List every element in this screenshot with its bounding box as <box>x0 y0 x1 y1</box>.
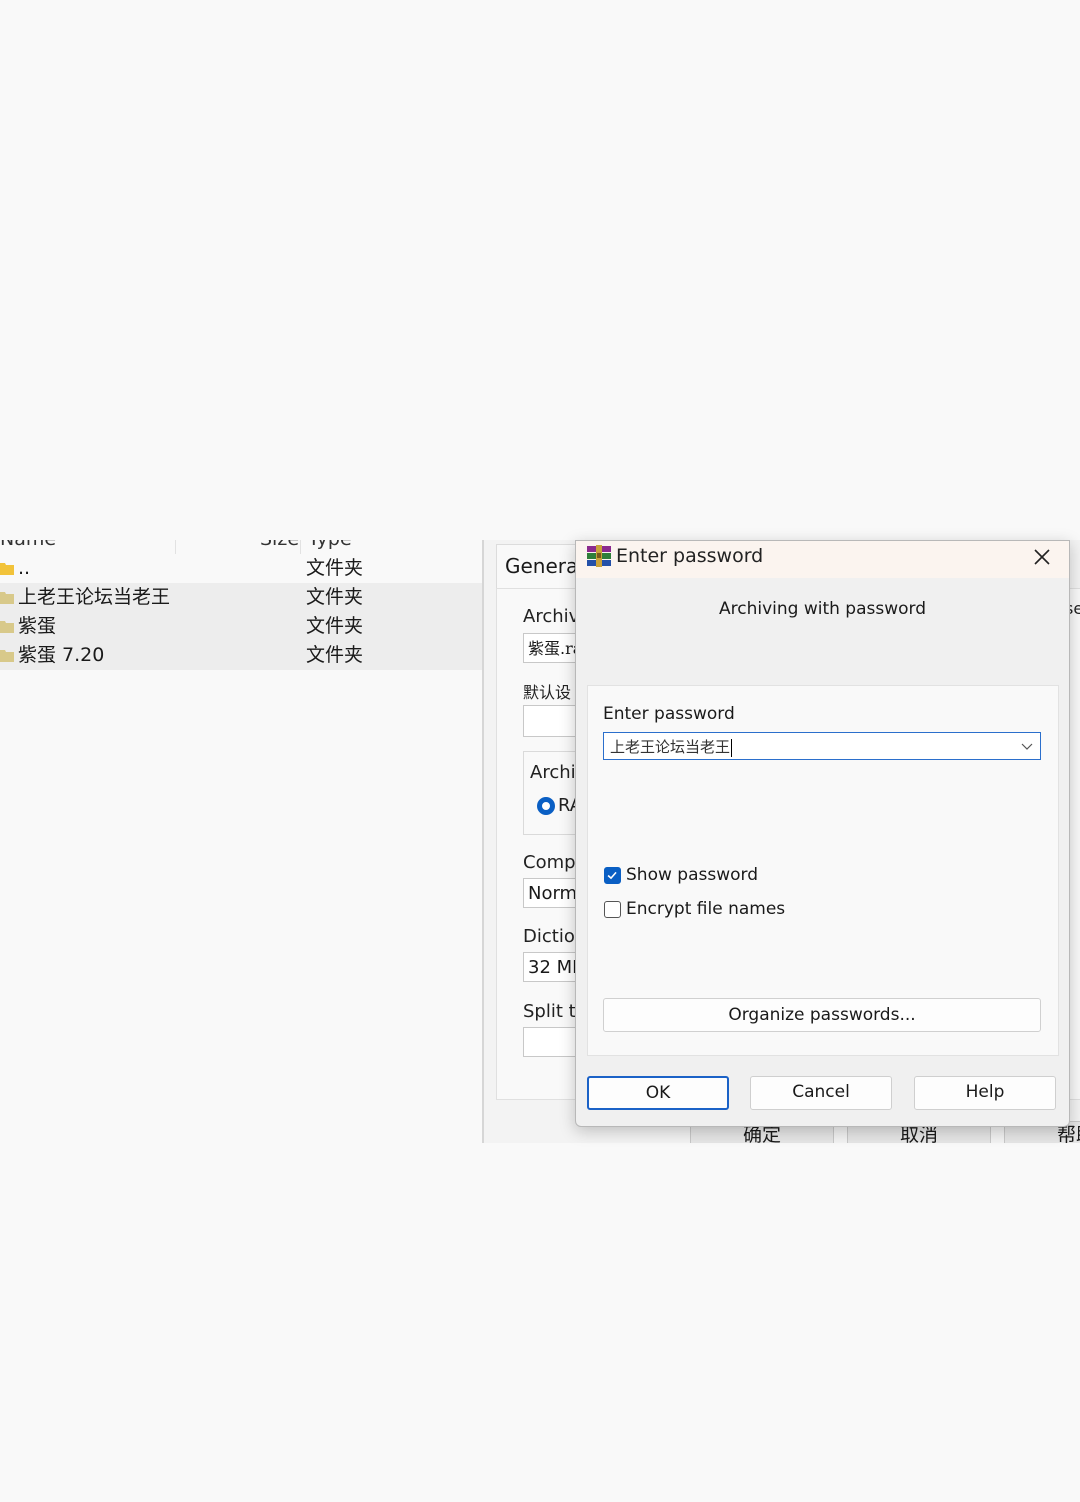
column-header-size[interactable]: Size <box>260 540 299 550</box>
file-name: 上老王论坛当老王 <box>18 586 171 608</box>
encrypt-file-names-label[interactable]: Encrypt file names <box>626 899 785 919</box>
checkmark-icon <box>607 871 617 880</box>
encrypt-file-names-checkbox[interactable] <box>604 901 621 918</box>
folder-icon <box>0 563 14 575</box>
help-button[interactable]: Help <box>914 1076 1056 1110</box>
ok-button[interactable]: OK <box>587 1076 729 1110</box>
file-list: Name Size Type .. 文件夹 上老王论坛当老王 文件夹 紫蛋 文件… <box>0 540 482 1143</box>
dialog-title: Enter password <box>616 545 764 567</box>
folder-icon <box>0 592 14 604</box>
password-input: 上老王论坛当老王 <box>610 736 733 757</box>
file-type: 文件夹 <box>306 557 364 579</box>
show-password-checkbox[interactable] <box>604 867 621 884</box>
text-caret <box>731 739 733 757</box>
enter-password-dialog: Enter password Archiving with password E… <box>575 540 1070 1127</box>
file-name: 紫蛋 <box>18 615 57 637</box>
file-name: .. <box>18 557 31 579</box>
file-type: 文件夹 <box>306 586 364 608</box>
column-header-name[interactable]: Name <box>0 540 56 550</box>
title-bar[interactable]: Enter password <box>576 541 1069 578</box>
default-settings-label: 默认设 <box>523 683 572 702</box>
file-row[interactable]: 上老王论坛当老王 文件夹 <box>0 583 482 612</box>
close-icon[interactable] <box>1028 543 1056 571</box>
dialog-subtitle: Archiving with password <box>718 599 927 619</box>
folder-icon <box>0 650 14 662</box>
password-label: Enter password <box>603 704 735 724</box>
password-panel: Enter password 上老王论坛当老王 Show password En… <box>587 685 1059 1056</box>
file-name: 紫蛋 7.20 <box>18 644 105 666</box>
file-type: 文件夹 <box>306 615 364 637</box>
file-row[interactable]: 紫蛋 文件夹 <box>0 612 482 641</box>
cancel-button[interactable]: Cancel <box>750 1076 892 1110</box>
file-type: 文件夹 <box>306 644 364 666</box>
column-divider <box>175 540 176 554</box>
file-row-parent[interactable]: .. 文件夹 <box>0 554 482 583</box>
password-combobox[interactable]: 上老王论坛当老王 <box>603 732 1041 760</box>
format-rar-radio[interactable] <box>537 797 555 815</box>
column-header-type[interactable]: Type <box>308 540 352 550</box>
show-password-label[interactable]: Show password <box>626 865 758 885</box>
file-row[interactable]: 紫蛋 7.20 文件夹 <box>0 641 482 670</box>
organize-passwords-button[interactable]: Organize passwords... <box>603 998 1041 1032</box>
winrar-icon <box>587 545 611 567</box>
chevron-down-icon[interactable] <box>1020 740 1034 752</box>
password-value: 上老王论坛当老王 <box>610 738 731 756</box>
folder-icon <box>0 621 14 633</box>
column-divider <box>300 540 301 554</box>
